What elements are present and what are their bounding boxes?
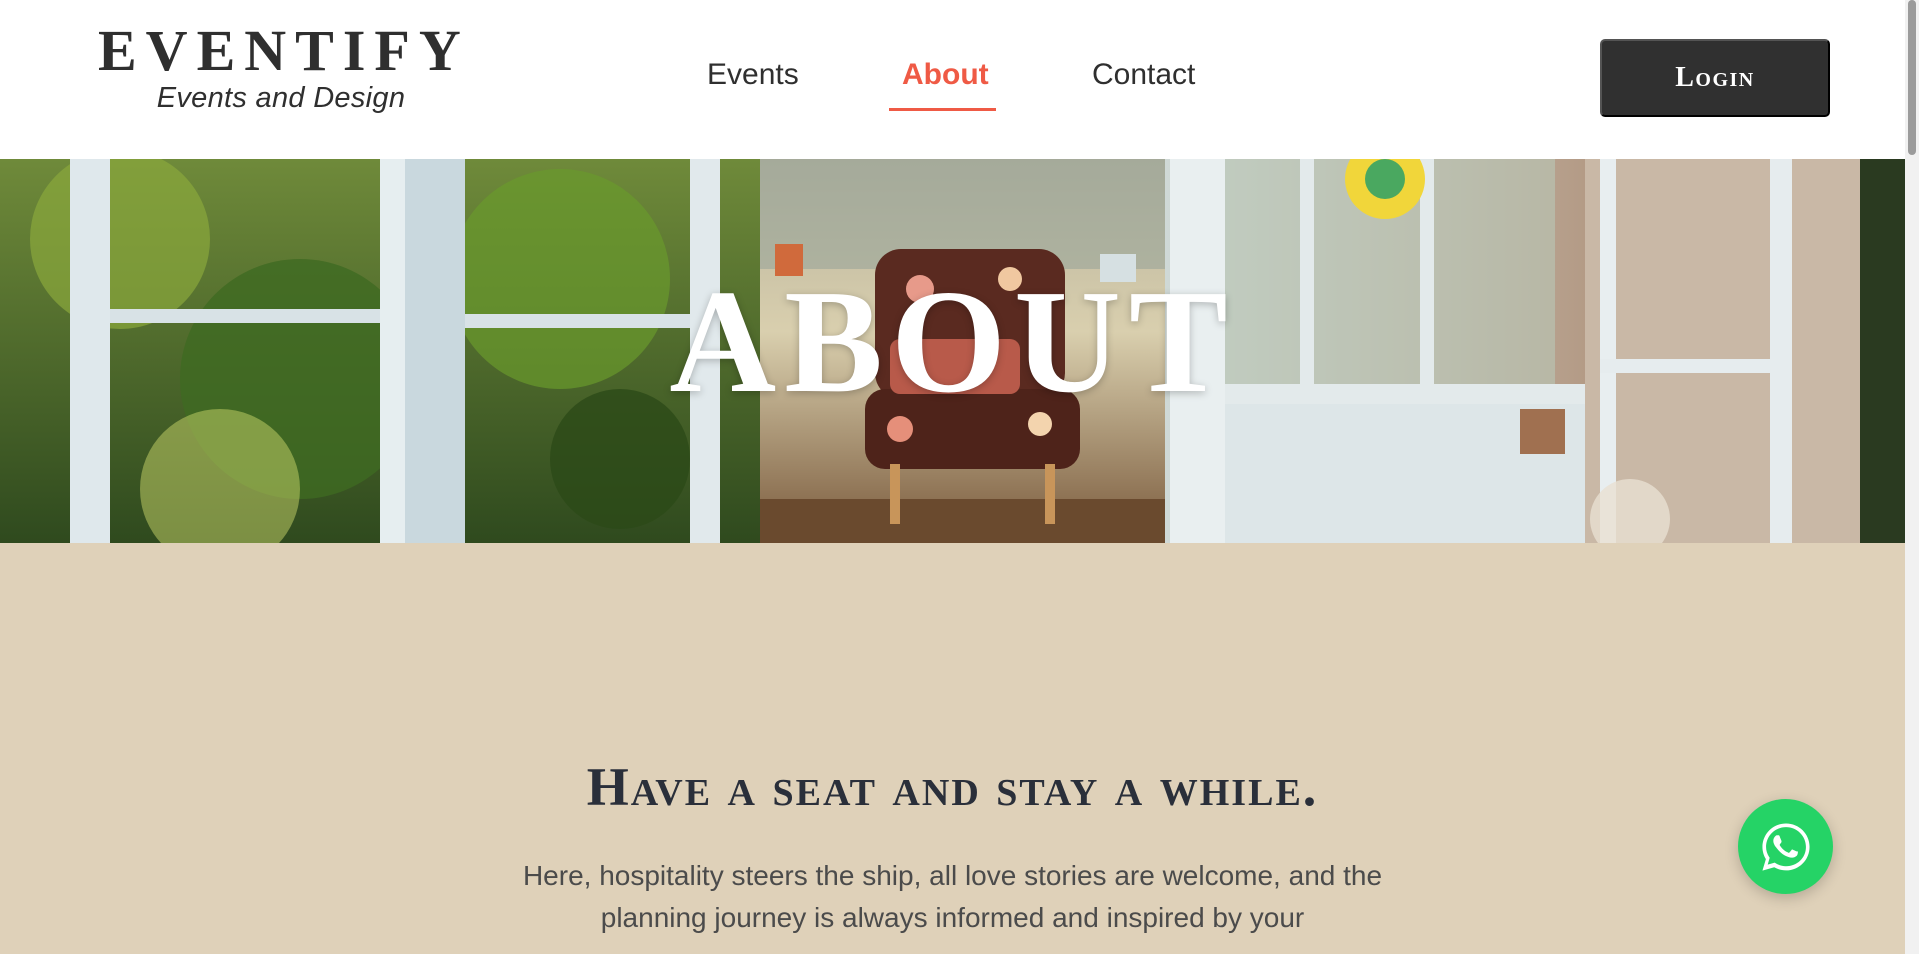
section-body: Here, hospitality steers the ship, all l…	[522, 860, 1383, 933]
about-section: Have a seat and stay a while. Here, hosp…	[0, 543, 1905, 954]
brand-logo[interactable]: EVENTIFY Events and Design	[98, 22, 464, 115]
site-header: EVENTIFY Events and Design Events About …	[0, 0, 1905, 159]
whatsapp-button[interactable]	[1738, 799, 1833, 894]
active-nav-indicator	[889, 108, 996, 111]
hero-banner: ABOUT	[0, 159, 1905, 543]
brand-name: EVENTIFY	[98, 18, 470, 83]
brand-tagline: Events and Design	[156, 82, 406, 114]
whatsapp-icon	[1761, 822, 1810, 871]
nav-item-events[interactable]: Events	[707, 58, 799, 92]
scrollbar-thumb[interactable]	[1908, 0, 1916, 155]
section-heading: Have a seat and stay a while.	[586, 757, 1319, 817]
hero-image	[0, 159, 1905, 543]
page-scrollbar[interactable]	[1905, 0, 1919, 954]
nav-item-contact[interactable]: Contact	[1092, 58, 1195, 92]
nav-item-about[interactable]: About	[902, 58, 989, 92]
login-button[interactable]: Login	[1600, 39, 1830, 117]
